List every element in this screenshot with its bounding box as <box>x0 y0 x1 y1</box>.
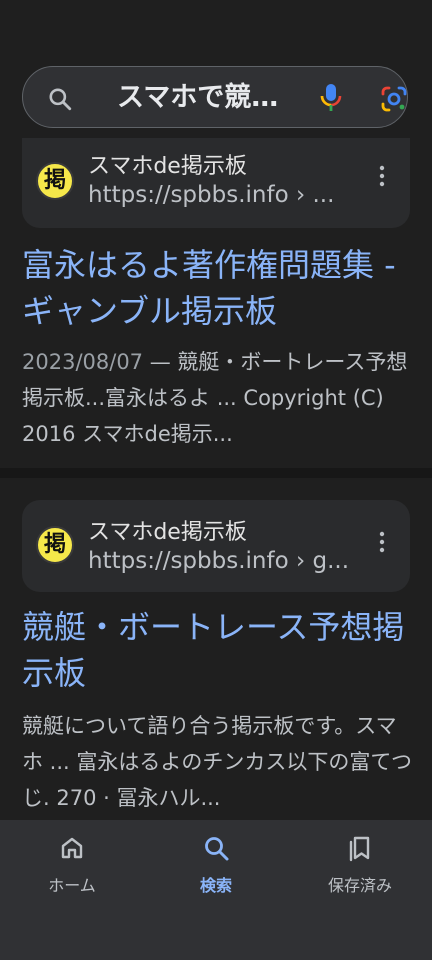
search-result[interactable]: 掲 スマホde掲示板 https://spbbs.info › g... 競艇・… <box>0 480 432 820</box>
more-options-icon[interactable] <box>374 164 390 188</box>
more-options-icon[interactable] <box>374 530 390 554</box>
nav-item-home[interactable]: ホーム <box>0 834 144 914</box>
nav-label-home: ホーム <box>48 876 96 895</box>
nav-item-search[interactable]: 検索 <box>144 834 288 914</box>
result-snippet: 競艇について語り合う掲示板です。スマホ ... 富永はるよのチンカス以下の富てつ… <box>22 714 412 810</box>
saved-icon <box>349 836 370 862</box>
screen: スマホで競… 掲 スマホde掲示板 https://spbbs.info › .… <box>0 0 432 960</box>
site-name: スマホde掲示板 <box>88 154 247 179</box>
result-snippet: 2023/08/07 — 競艇・ボートレース予想掲示板...富永はるよ ... … <box>22 344 412 452</box>
site-favicon: 掲 <box>36 526 74 564</box>
home-icon <box>61 837 83 859</box>
result-source[interactable]: 掲 スマホde掲示板 https://spbbs.info › ... <box>22 138 410 228</box>
result-divider <box>0 468 432 478</box>
site-favicon: 掲 <box>36 162 74 200</box>
site-url: https://spbbs.info › ... <box>88 182 335 208</box>
result-title-link[interactable]: 富永はるよ著作権問題集 - ギャンブル掲示板 <box>22 242 414 334</box>
result-source[interactable]: 掲 スマホde掲示板 https://spbbs.info › g... <box>22 500 410 592</box>
site-url: https://spbbs.info › g... <box>88 548 350 574</box>
search-icon[interactable] <box>47 86 73 112</box>
search-bar[interactable]: スマホで競… <box>22 66 408 128</box>
result-date: 2023/08/07 <box>22 350 144 374</box>
site-name: スマホde掲示板 <box>88 520 247 545</box>
bottom-navigation: ホーム 検索 保存済み <box>0 820 432 960</box>
result-title-link[interactable]: 競艇・ボートレース予想掲示板 <box>22 604 414 696</box>
search-result[interactable]: 掲 スマホde掲示板 https://spbbs.info › ... 富永はる… <box>0 138 432 468</box>
nav-label-search: 検索 <box>199 876 232 895</box>
search-icon <box>205 837 229 861</box>
google-lens-icon[interactable] <box>379 84 409 114</box>
microphone-icon[interactable] <box>319 83 343 113</box>
nav-label-saved: 保存済み <box>327 876 392 895</box>
search-query[interactable]: スマホで競… <box>117 81 278 115</box>
nav-item-saved[interactable]: 保存済み <box>288 834 432 914</box>
